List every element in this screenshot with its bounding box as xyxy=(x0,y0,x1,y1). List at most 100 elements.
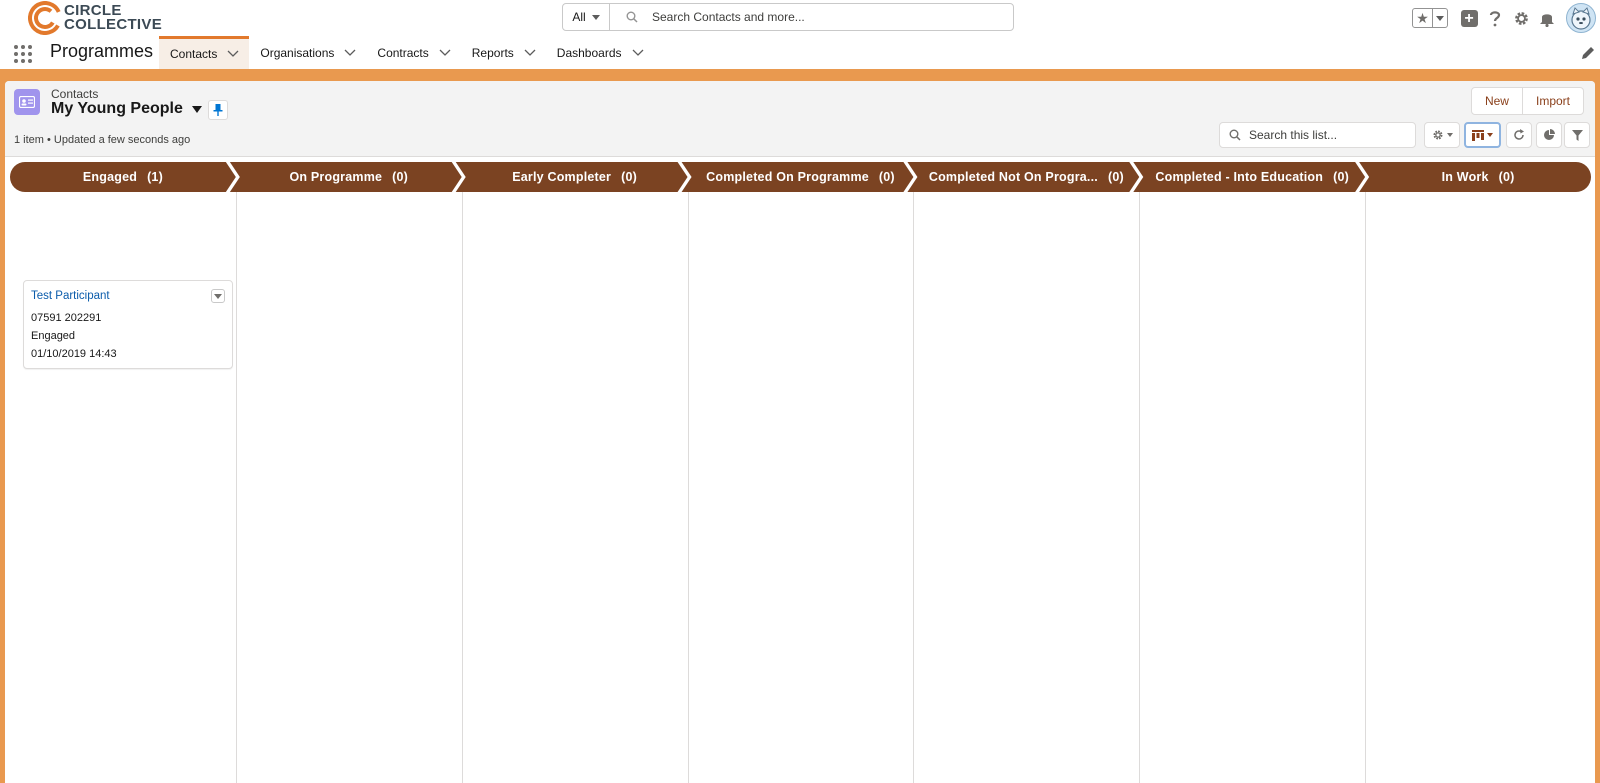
app-nav-bar: Programmes Contacts Organisations Contra… xyxy=(0,36,1600,69)
refresh-icon xyxy=(1514,129,1524,140)
edit-nav-pencil-icon[interactable] xyxy=(1580,45,1596,61)
nav-tab-contracts[interactable]: Contracts xyxy=(366,36,460,69)
app-name: Programmes xyxy=(50,41,154,61)
filter-button[interactable] xyxy=(1564,122,1590,148)
kanban-card[interactable]: Test Participant 07591 202291 Engaged 01… xyxy=(23,280,233,369)
card-date: 01/10/2019 14:43 xyxy=(31,348,117,360)
nav-tab-reports[interactable]: Reports xyxy=(461,36,546,69)
favorites-menu-button[interactable] xyxy=(1433,15,1447,21)
list-view-panel: Contacts My Young People 1 item • Update… xyxy=(5,81,1595,783)
kanban-icon xyxy=(1472,129,1484,141)
card-status: Engaged xyxy=(31,330,76,342)
import-button[interactable]: Import xyxy=(1521,88,1583,114)
nav-tab-label: Contacts xyxy=(170,47,218,61)
logo-line-2: COLLECTIVE xyxy=(64,16,163,33)
stage-header: Engaged (1) xyxy=(16,162,230,192)
help-icon xyxy=(1489,11,1501,27)
nav-tab-dashboards[interactable]: Dashboards xyxy=(546,36,654,69)
new-button[interactable]: New xyxy=(1472,88,1522,114)
filter-icon xyxy=(1571,129,1583,141)
search-icon xyxy=(626,11,638,23)
stage-header: Completed - Into Education (0) xyxy=(1145,162,1359,192)
list-settings-button[interactable] xyxy=(1424,122,1460,148)
nav-tabs: Contacts Organisations Contracts Reports… xyxy=(159,36,654,69)
display-as-kanban-button[interactable] xyxy=(1464,122,1501,148)
column-divider xyxy=(1365,192,1366,783)
search-icon xyxy=(1229,129,1241,141)
column-divider xyxy=(462,192,463,783)
kanban-board: Engaged (1) On Programme (0) Early Completer… xyxy=(10,162,1591,783)
nav-tab-contacts[interactable]: Contacts xyxy=(159,36,250,69)
kanban-stage-path: Engaged (1) On Programme (0) Early Completer… xyxy=(10,162,1591,192)
search-list-input[interactable]: Search this list... xyxy=(1219,122,1416,148)
bell-icon xyxy=(1540,13,1554,27)
pin-icon xyxy=(213,104,223,116)
pie-chart-icon xyxy=(1544,129,1555,140)
chevron-down-icon[interactable] xyxy=(632,49,644,57)
stage-header: Early Completer (0) xyxy=(468,162,682,192)
avatar[interactable] xyxy=(1566,3,1596,33)
chevron-down-icon[interactable] xyxy=(344,49,356,57)
stage-name: Completed On Programme xyxy=(706,170,869,184)
nav-tab-label: Organisations xyxy=(260,45,335,60)
nav-tab-label: Reports xyxy=(471,45,514,60)
stage-name: Completed Not On Progra... xyxy=(928,170,1098,184)
stage-count: (1) xyxy=(147,170,163,184)
search-scope-label: All xyxy=(572,10,586,24)
nav-tab-label: Contracts xyxy=(377,45,429,60)
setup-button[interactable] xyxy=(1509,6,1533,30)
nav-tab-organisations[interactable]: Organisations xyxy=(249,36,366,69)
content-shell: Contacts My Young People 1 item • Update… xyxy=(0,69,1600,783)
gear-icon xyxy=(1514,11,1528,25)
list-status-text: 1 item • Updated a few seconds ago xyxy=(14,134,191,146)
caret-down-icon[interactable] xyxy=(191,105,202,113)
chevron-down-icon[interactable] xyxy=(524,49,536,57)
stage-name: In Work xyxy=(1441,170,1489,184)
card-phone: 07591 202291 xyxy=(31,312,102,324)
help-button[interactable] xyxy=(1483,6,1507,30)
contact-object-icon xyxy=(14,89,40,115)
list-view-selector[interactable]: My Young People xyxy=(51,100,202,118)
global-actions-button[interactable]: + xyxy=(1457,6,1481,30)
stage-name: Engaged xyxy=(82,170,138,184)
logo-text: CIRCLE COLLECTIVE xyxy=(64,3,163,33)
stage-count: (0) xyxy=(878,170,895,184)
page-title: My Young People xyxy=(51,100,183,117)
app-launcher-icon[interactable] xyxy=(14,45,32,63)
search-scope-select[interactable]: All xyxy=(563,4,610,30)
chevron-down-icon[interactable] xyxy=(439,49,451,57)
chevron-down-icon xyxy=(1446,133,1453,137)
column-divider xyxy=(688,192,689,783)
stage-count: (0) xyxy=(392,170,409,184)
favorites-button[interactable]: ★ xyxy=(1412,8,1448,28)
card-actions-button[interactable] xyxy=(211,289,225,303)
stage-name: Early Completer xyxy=(512,170,612,184)
global-header: CIRCLE COLLECTIVE All Search Contacts an… xyxy=(0,0,1600,36)
stage-count: (0) xyxy=(1498,170,1515,184)
breadcrumb: Contacts xyxy=(51,87,99,101)
global-search-placeholder: Search Contacts and more... xyxy=(652,10,805,24)
stage-header: In Work (0) xyxy=(1371,162,1585,192)
global-search-input[interactable]: Search Contacts and more... xyxy=(610,4,1013,30)
chevron-down-icon xyxy=(591,14,600,20)
chevron-down-icon xyxy=(214,293,222,299)
search-list-placeholder: Search this list... xyxy=(1249,128,1338,142)
stage-name: Completed - Into Education xyxy=(1155,170,1324,184)
chevron-down-icon[interactable] xyxy=(227,50,239,58)
notifications-button[interactable] xyxy=(1535,6,1559,30)
pin-list-view-button[interactable] xyxy=(208,100,228,120)
refresh-button[interactable] xyxy=(1506,122,1532,148)
stage-header: Completed Not On Progra... (0) xyxy=(919,162,1133,192)
list-view-header: Contacts My Young People 1 item • Update… xyxy=(5,81,1595,157)
contact-name-link[interactable]: Test Participant xyxy=(31,290,110,302)
stage-name: On Programme xyxy=(289,170,383,184)
nav-tab-label: Dashboards xyxy=(556,45,622,60)
charts-button[interactable] xyxy=(1536,122,1562,148)
list-actions: New Import xyxy=(1470,87,1584,115)
star-icon[interactable]: ★ xyxy=(1413,9,1433,27)
stage-header: On Programme (0) xyxy=(242,162,456,192)
gear-icon xyxy=(1433,130,1442,140)
column-divider xyxy=(1139,192,1140,783)
circle-collective-logo[interactable]: CIRCLE COLLECTIVE xyxy=(28,1,162,35)
chevron-down-icon xyxy=(1436,15,1444,21)
